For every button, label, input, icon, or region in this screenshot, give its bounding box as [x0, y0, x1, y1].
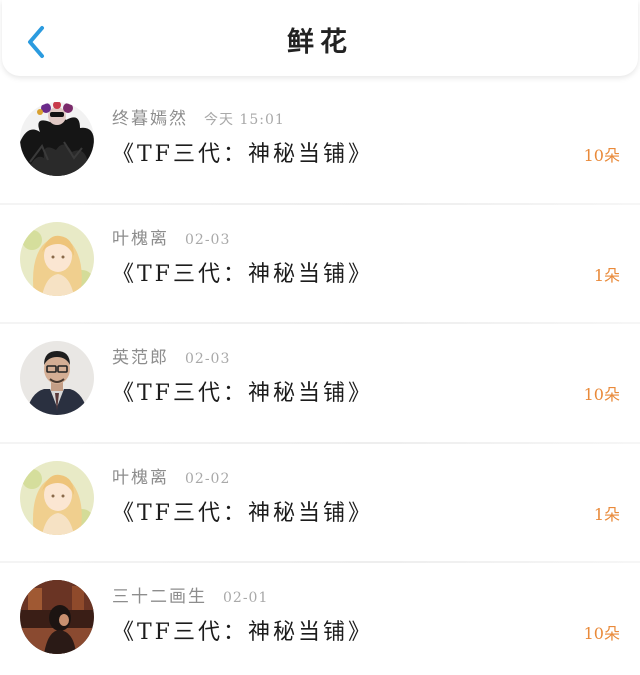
- work-title[interactable]: 《TF三代：神秘当铺》: [112, 375, 373, 407]
- record-meta: 叶槐离 02-03: [112, 224, 230, 252]
- username[interactable]: 英范郎: [112, 343, 169, 368]
- flower-count: 10朵: [583, 146, 620, 165]
- flower-count: 1朵: [593, 265, 620, 285]
- timestamp: 02-03: [185, 231, 231, 248]
- flower-count: 1朵: [593, 504, 620, 524]
- username[interactable]: 叶槐离: [112, 224, 169, 249]
- work-title[interactable]: 《TF三代：神秘当铺》: [112, 136, 373, 168]
- avatar[interactable]: [20, 460, 94, 535]
- top-bar: 鲜花: [2, 0, 638, 76]
- avatar-image: [20, 341, 94, 415]
- avatar[interactable]: [20, 102, 94, 176]
- avatar-image: [20, 102, 94, 176]
- record-meta: 三十二画生 02-01: [112, 582, 268, 610]
- list-item[interactable]: 叶槐离 02-03 《TF三代：神秘当铺》 1朵: [0, 202, 640, 323]
- username[interactable]: 叶槐离: [112, 463, 169, 488]
- record-meta: 叶槐离 02-02: [112, 463, 230, 491]
- work-title[interactable]: 《TF三代：神秘当铺》: [112, 256, 373, 288]
- list-item[interactable]: 终暮嫣然 今天 15:01 《TF三代：神秘当铺》 10朵: [0, 84, 640, 204]
- timestamp: 02-01: [223, 590, 269, 606]
- username[interactable]: 三十二画生: [112, 582, 207, 607]
- avatar[interactable]: [20, 221, 94, 296]
- timestamp: 02-02: [185, 470, 231, 487]
- record-meta: 英范郎 02-03: [112, 343, 230, 371]
- avatar-image: [20, 580, 94, 654]
- work-title[interactable]: 《TF三代：神秘当铺》: [112, 495, 373, 527]
- avatar-image: [20, 221, 94, 296]
- avatar[interactable]: [20, 580, 94, 654]
- page-title: 鲜花: [287, 27, 353, 58]
- flowers-page: 鲜花 终暮嫣然 今天 15:01 《TF三代：神秘当铺》 10朵 叶槐离 02-…: [0, 0, 640, 675]
- list-item[interactable]: 三十二画生 02-01 《TF三代：神秘当铺》 10朵: [0, 561, 640, 675]
- avatar[interactable]: [20, 341, 94, 415]
- timestamp: 02-03: [185, 351, 231, 367]
- record-meta: 终暮嫣然 今天 15:01: [112, 104, 285, 132]
- list-item[interactable]: 英范郎 02-03 《TF三代：神秘当铺》 10朵: [0, 322, 640, 443]
- work-title[interactable]: 《TF三代：神秘当铺》: [112, 614, 373, 646]
- flower-count: 10朵: [583, 624, 620, 643]
- list-item[interactable]: 叶槐离 02-02 《TF三代：神秘当铺》 1朵: [0, 441, 640, 562]
- username[interactable]: 终暮嫣然: [112, 104, 188, 129]
- timestamp: 今天 15:01: [204, 112, 285, 128]
- flower-record-list: 终暮嫣然 今天 15:01 《TF三代：神秘当铺》 10朵 叶槐离 02-03 …: [0, 84, 640, 675]
- avatar-image: [20, 460, 94, 535]
- flower-count: 10朵: [583, 385, 620, 404]
